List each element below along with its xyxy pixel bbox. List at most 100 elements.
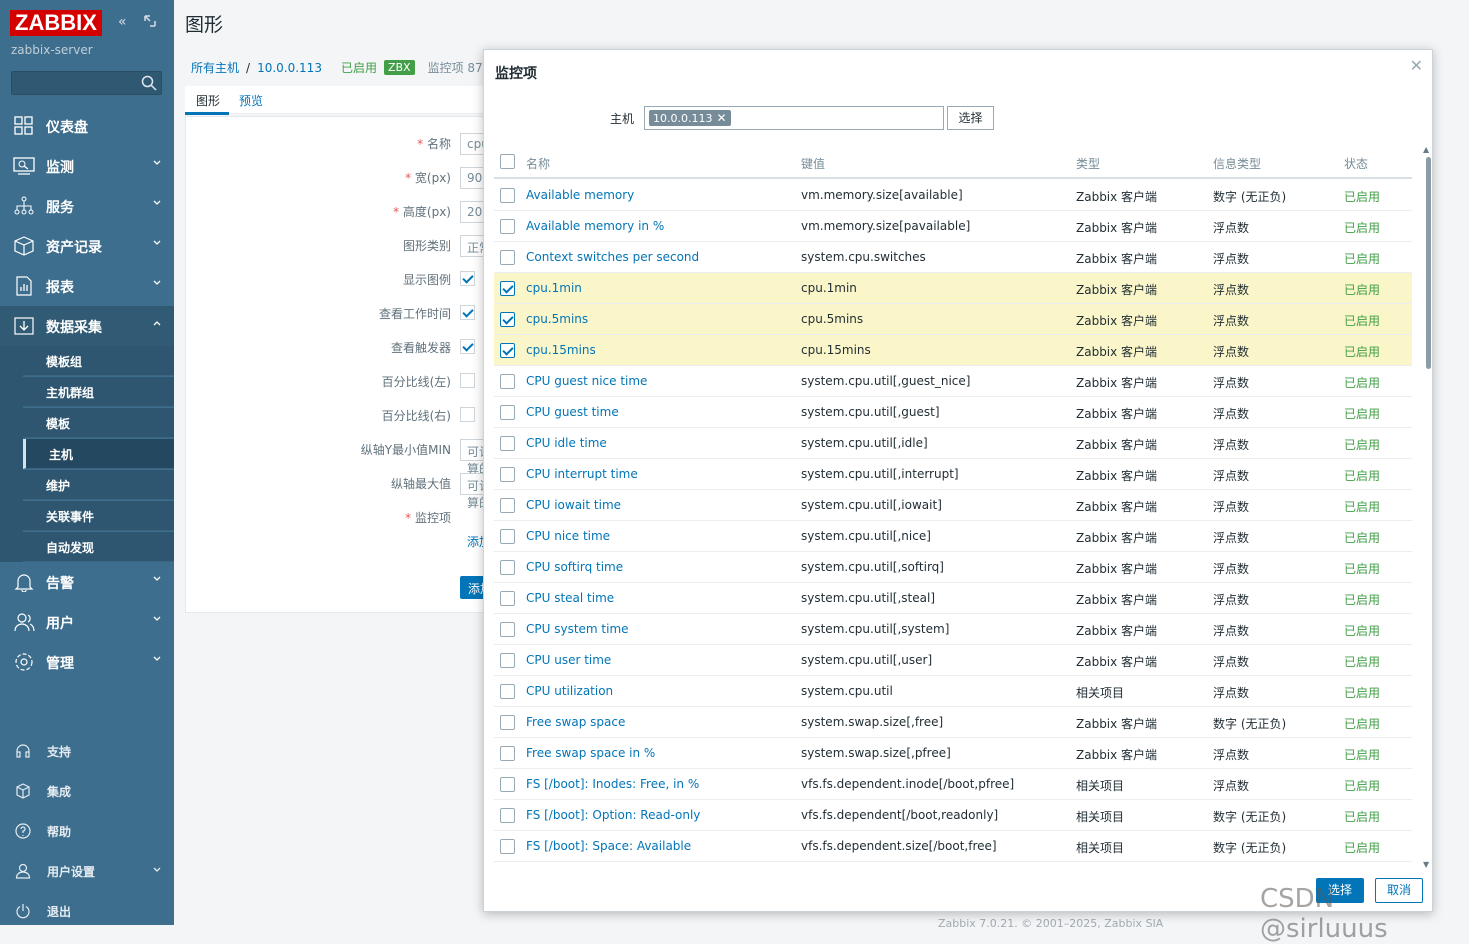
nav-dashboard[interactable]: 仪表盘	[0, 106, 174, 146]
tab-graph[interactable]: 图形	[196, 92, 220, 109]
show-legend-checkbox[interactable]	[460, 271, 475, 286]
table-row[interactable]: CPU nice time system.cpu.util[,nice] Zabbi…	[494, 521, 1412, 552]
row-checkbox[interactable]	[500, 746, 515, 761]
subnav-templates[interactable]: 模板	[23, 408, 174, 438]
search-icon[interactable]	[141, 75, 157, 91]
row-checkbox[interactable]	[500, 653, 515, 668]
scroll-up-icon[interactable]: ▲	[1423, 145, 1429, 154]
nav-help[interactable]: 帮助	[0, 816, 174, 846]
item-name-link[interactable]: Context switches per second	[526, 250, 699, 264]
row-checkbox[interactable]	[500, 219, 515, 234]
row-checkbox[interactable]	[500, 374, 515, 389]
percentile-right-checkbox[interactable]	[460, 407, 475, 422]
table-row[interactable]: cpu.5mins cpu.5mins Zabbix 客户端 浮点数 已启用	[494, 304, 1412, 335]
row-checkbox[interactable]	[500, 777, 515, 792]
tab-preview[interactable]: 预览	[239, 92, 263, 109]
nav-alerts[interactable]: 告警	[0, 562, 174, 602]
item-name-link[interactable]: CPU nice time	[526, 529, 610, 543]
row-checkbox[interactable]	[500, 436, 515, 451]
item-name-link[interactable]: CPU system time	[526, 622, 629, 636]
item-name-link[interactable]: CPU idle time	[526, 436, 607, 450]
table-row[interactable]: Context switches per second system.cpu.sw…	[494, 242, 1412, 273]
item-name-link[interactable]: Free swap space in %	[526, 746, 655, 760]
item-name-link[interactable]: Available memory	[526, 188, 634, 202]
percentile-left-checkbox[interactable]	[460, 373, 475, 388]
sidebar-search-input[interactable]	[11, 71, 162, 95]
table-row[interactable]: FS [/boot]: Space: Available vfs.fs.depen…	[494, 831, 1412, 862]
zabbix-logo[interactable]: ZABBIX	[10, 10, 102, 36]
nav-user-settings[interactable]: 用户设置	[0, 856, 174, 886]
scrollbar-thumb[interactable]	[1426, 157, 1431, 369]
nav-administration[interactable]: 管理	[0, 642, 174, 682]
show-worktime-checkbox[interactable]	[460, 305, 475, 320]
host-select-button[interactable]: 选择	[947, 106, 994, 130]
table-row[interactable]: CPU user time system.cpu.util[,user] Zabbi…	[494, 645, 1412, 676]
show-triggers-checkbox[interactable]	[460, 339, 475, 354]
nav-monitoring[interactable]: 监测	[0, 146, 174, 186]
table-row[interactable]: CPU idle time system.cpu.util[,idle] Zabbi…	[494, 428, 1412, 459]
row-checkbox[interactable]	[500, 250, 515, 265]
select-all-checkbox[interactable]	[500, 154, 515, 169]
breadcrumb-host[interactable]: 10.0.0.113	[257, 61, 322, 75]
table-row[interactable]: cpu.1min cpu.1min Zabbix 客户端 浮点数 已启用	[494, 273, 1412, 304]
item-name-link[interactable]: cpu.15mins	[526, 343, 596, 357]
item-name-link[interactable]: cpu.1min	[526, 281, 582, 295]
subnav-host-groups[interactable]: 主机群组	[23, 377, 174, 407]
item-name-link[interactable]: Available memory in %	[526, 219, 664, 233]
table-row[interactable]: CPU guest time system.cpu.util[,guest] Zab…	[494, 397, 1412, 428]
row-checkbox[interactable]	[500, 529, 515, 544]
breadcrumb-all-hosts[interactable]: 所有主机	[191, 59, 239, 76]
item-name-link[interactable]: CPU steal time	[526, 591, 614, 605]
table-row[interactable]: CPU utilization system.cpu.util 相关项目 浮点数 已启用	[494, 676, 1412, 707]
row-checkbox[interactable]	[500, 312, 515, 327]
row-checkbox[interactable]	[500, 405, 515, 420]
item-name-link[interactable]: CPU utilization	[526, 684, 613, 698]
row-checkbox[interactable]	[500, 591, 515, 606]
kiosk-mode-icon[interactable]	[143, 14, 157, 32]
item-name-link[interactable]: cpu.5mins	[526, 312, 588, 326]
item-name-link[interactable]: CPU iowait time	[526, 498, 621, 512]
row-checkbox[interactable]	[500, 281, 515, 296]
nav-support[interactable]: 支持	[0, 736, 174, 766]
nav-sign-out[interactable]: 退出	[0, 896, 174, 926]
subnav-template-groups[interactable]: 模板组	[23, 346, 174, 376]
subnav-maintenance[interactable]: 维护	[23, 470, 174, 500]
table-row[interactable]: Free swap space system.swap.size[,free] Za…	[494, 707, 1412, 738]
item-name-link[interactable]: CPU user time	[526, 653, 611, 667]
nav-services[interactable]: 服务	[0, 186, 174, 226]
item-name-link[interactable]: FS [/boot]: Option: Read-only	[526, 808, 700, 822]
row-checkbox[interactable]	[500, 622, 515, 637]
item-name-link[interactable]: CPU guest time	[526, 405, 619, 419]
item-name-link[interactable]: CPU interrupt time	[526, 467, 638, 481]
row-checkbox[interactable]	[500, 467, 515, 482]
row-checkbox[interactable]	[500, 343, 515, 358]
item-name-link[interactable]: Free swap space	[526, 715, 625, 729]
table-row[interactable]: Available memory in % vm.memory.size[pava…	[494, 211, 1412, 242]
row-checkbox[interactable]	[500, 715, 515, 730]
table-row[interactable]: Available memory vm.memory.size[available…	[494, 180, 1412, 211]
nav-inventory[interactable]: 资产记录	[0, 226, 174, 266]
close-icon[interactable]: ✕	[1410, 56, 1423, 75]
row-checkbox[interactable]	[500, 684, 515, 699]
item-name-link[interactable]: FS [/boot]: Space: Available	[526, 839, 691, 853]
subnav-hosts[interactable]: 主机	[23, 439, 174, 469]
host-filter-input[interactable]: 10.0.0.113 ✕	[644, 106, 944, 130]
nav-reports[interactable]: 报表	[0, 266, 174, 306]
row-checkbox[interactable]	[500, 498, 515, 513]
table-row[interactable]: CPU iowait time system.cpu.util[,iowait] Z…	[494, 490, 1412, 521]
nav-integrations[interactable]: 集成	[0, 776, 174, 806]
collapse-sidebar-icon[interactable]: «	[118, 14, 127, 30]
table-row[interactable]: CPU system time system.cpu.util[,system] Z…	[494, 614, 1412, 645]
subnav-discovery[interactable]: 自动发现	[23, 532, 174, 562]
add-item-link[interactable]: 添加	[467, 533, 483, 550]
row-checkbox[interactable]	[500, 839, 515, 854]
row-checkbox[interactable]	[500, 808, 515, 823]
table-row[interactable]: cpu.15mins cpu.15mins Zabbix 客户端 浮点数 已启用	[494, 335, 1412, 366]
table-row[interactable]: CPU guest nice time system.cpu.util[,gues…	[494, 366, 1412, 397]
subnav-event-correlation[interactable]: 关联事件	[23, 501, 174, 531]
table-row[interactable]: CPU softirq time system.cpu.util[,softirq…	[494, 552, 1412, 583]
table-row[interactable]: Free swap space in % system.swap.size[,pf…	[494, 738, 1412, 769]
table-row[interactable]: FS [/boot]: Inodes: Free, in % vfs.fs.dep…	[494, 769, 1412, 800]
row-checkbox[interactable]	[500, 560, 515, 575]
table-row[interactable]: CPU steal time system.cpu.util[,steal] Zab…	[494, 583, 1412, 614]
